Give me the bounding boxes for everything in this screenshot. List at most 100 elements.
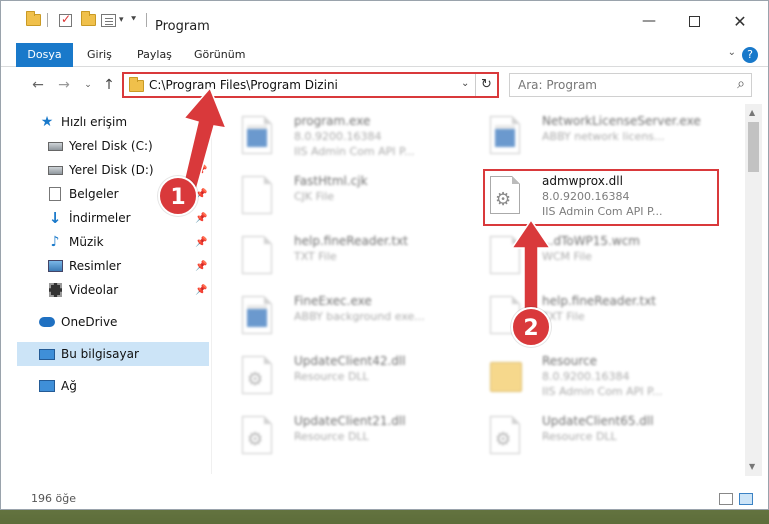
documents-icon [47,187,63,201]
file-detail: CJK File [294,190,335,203]
title-bar: ▾ ⯆ Program — ✕ [1,1,768,39]
sidebar-item-onedrive[interactable]: OneDrive [39,310,209,334]
sidebar-item-videolar[interactable]: Videolar 📌 [47,278,209,302]
pin-icon[interactable]: 📌 [195,285,207,296]
maximize-button[interactable] [674,9,714,33]
file-name: UpdateClient42.dll [294,354,406,368]
file-detail: Resource DLL [294,370,369,383]
sidebar-item-muzik[interactable]: ♪ Müzik 📌 [47,230,209,254]
item-count: 196 öğe [31,492,76,505]
file-name: program.exe [294,114,371,128]
file-detail: TXT File [294,250,337,263]
file-detail: IIS Admin Com API P... [294,145,415,158]
file-name: NetworkLicenseServer.exe [542,114,701,128]
forward-arrow-icon[interactable]: → [53,75,75,95]
separator [146,11,147,29]
help-icon[interactable]: ? [742,47,758,63]
list-item[interactable]: NetworkLicenseServer.exe ABBY network li… [470,108,720,164]
pin-icon[interactable]: 📌 [195,213,207,224]
file-detail: Resource DLL [294,430,369,443]
folder-icon [129,77,144,92]
file-name: FastHtml.cjk [294,174,368,188]
status-bar: 196 öğe [1,488,768,509]
file-name: ...dToWP15.wcm [542,234,640,248]
back-arrow-icon[interactable]: ← [27,75,49,95]
up-arrow-icon[interactable]: ↑ [98,75,120,95]
sidebar-item-this-pc[interactable]: Bu bilgisayar [17,342,209,366]
pin-icon[interactable]: 📌 [195,237,207,248]
tab-dosya[interactable]: Dosya [16,43,73,67]
network-icon [39,379,55,393]
sidebar-item-label: Ağ [61,379,77,393]
tab-paylas[interactable]: Paylaş [137,43,172,67]
drive-icon [47,163,63,177]
file-name: help.fineReader.txt [542,294,656,308]
scroll-thumb[interactable] [748,122,759,172]
large-icons-view-icon[interactable] [739,493,753,505]
file-detail: IIS Admin Com API P... [542,385,663,398]
search-placeholder[interactable]: Ara: Program [518,78,597,92]
chevron-down-icon[interactable]: ▾ [119,11,124,29]
scroll-up-icon[interactable]: ▲ [749,108,755,117]
dll-icon [242,416,276,456]
minimize-button[interactable]: — [629,9,669,33]
sidebar-item-label: Müzik [69,235,104,249]
sidebar-item-label: OneDrive [61,315,118,329]
file-detail: 8.0.9200.16384 [294,130,382,143]
folder-icon [490,356,524,396]
file-name: help.fineReader.txt [294,234,408,248]
sidebar-item-network[interactable]: Ağ [39,374,209,398]
list-item[interactable]: Resource 8.0.9200.16384 IIS Admin Com AP… [470,348,720,404]
sidebar-item-label: Yerel Disk (C:) [69,139,153,153]
dll-icon [242,356,276,396]
file-detail: WCM File [542,250,592,263]
pin-icon[interactable]: 📌 [195,261,207,272]
ribbon-tabs: Dosya Giriş Paylaş Görünüm ⌄ ? [1,43,768,67]
search-box[interactable]: Ara: Program ⌕ [509,73,752,97]
file-list: program.exe 8.0.9200.16384 IIS Admin Com… [212,104,745,476]
list-item[interactable]: FineExec.exe ABBY background exe... [222,288,472,344]
file-icon [242,176,276,216]
sidebar-item-label: Belgeler [69,187,119,201]
window-title: Program [155,19,210,34]
list-item[interactable]: program.exe 8.0.9200.16384 IIS Admin Com… [222,108,472,164]
search-icon[interactable]: ⌕ [737,76,745,92]
downloads-icon: ↓ [48,209,62,227]
list-item[interactable]: UpdateClient42.dll Resource DLL [222,348,472,404]
file-name: Resource [542,354,598,368]
ribbon-expand-icon[interactable]: ⌄ [728,47,736,58]
new-folder-icon[interactable] [81,11,96,29]
file-detail: Resource DLL [542,430,617,443]
maximize-icon [688,15,700,27]
tab-gorunum[interactable]: Görünüm [194,43,245,67]
close-button[interactable]: ✕ [720,9,760,33]
exe-icon [242,296,276,336]
list-item[interactable]: FastHtml.cjk CJK File [222,168,472,224]
music-icon: ♪ [50,234,60,250]
file-name: UpdateClient21.dll [294,414,406,428]
address-dropdown-icon[interactable]: ⌄ [461,78,469,89]
details-view-icon[interactable] [719,493,733,505]
list-item[interactable]: help.fineReader.txt TXT File [222,228,472,284]
exe-icon [242,116,276,156]
cloud-icon [39,315,55,329]
list-item[interactable]: UpdateClient21.dll Resource DLL [222,408,472,464]
file-detail: ABBY background exe... [294,310,425,323]
refresh-icon[interactable]: ↻ [475,74,497,96]
file-detail: TXT File [542,310,585,323]
file-name: UpdateClient65.dll [542,414,654,428]
sidebar-item-resimler[interactable]: Resimler 📌 [47,254,209,278]
properties-icon[interactable] [101,11,116,29]
recent-locations-icon[interactable]: ⌄ [77,75,99,95]
scroll-down-icon[interactable]: ▼ [749,462,755,471]
vertical-scrollbar[interactable]: ▲ ▼ [745,104,762,476]
list-item[interactable]: UpdateClient65.dll Resource DLL [470,408,720,464]
sidebar-item-label: Yerel Disk (D:) [69,163,154,177]
callout-badge-2: 2 [511,307,551,347]
customize-quick-access-icon[interactable]: ⯆ [130,11,137,29]
sidebar-item-label: Bu bilgisayar [61,347,139,361]
tab-giris[interactable]: Giriş [87,43,112,67]
properties-check-icon[interactable] [59,11,72,29]
sidebar-item-label: Videolar [69,283,119,297]
dll-icon [490,416,524,456]
